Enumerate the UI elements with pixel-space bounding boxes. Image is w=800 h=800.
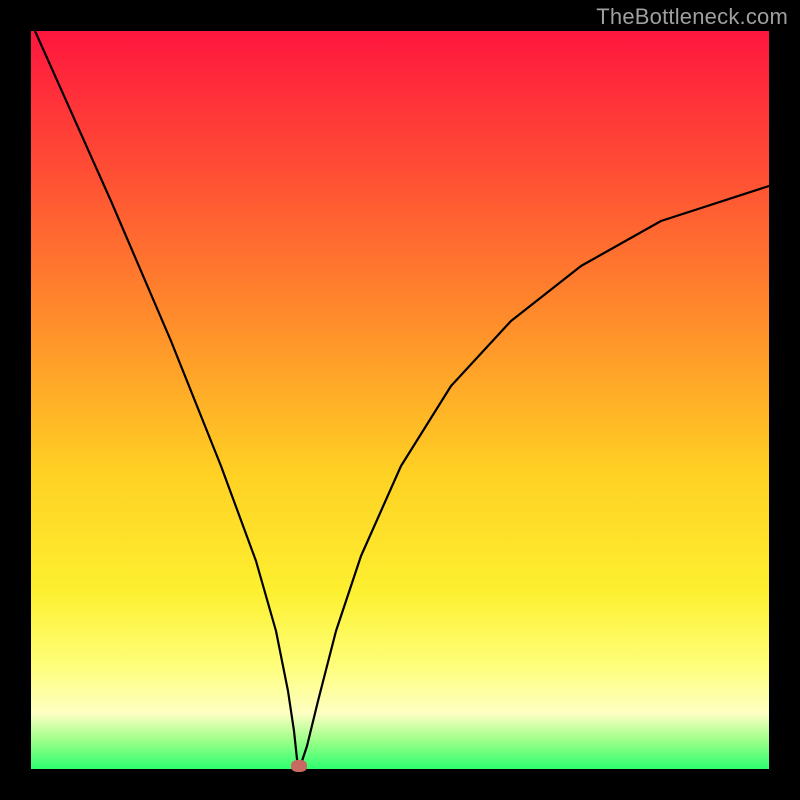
chart-frame: TheBottleneck.com [0, 0, 800, 800]
curve-path [35, 31, 769, 766]
watermark-text: TheBottleneck.com [596, 4, 788, 30]
min-marker [291, 760, 307, 772]
plot-area [31, 31, 769, 769]
bottleneck-curve [31, 31, 769, 769]
